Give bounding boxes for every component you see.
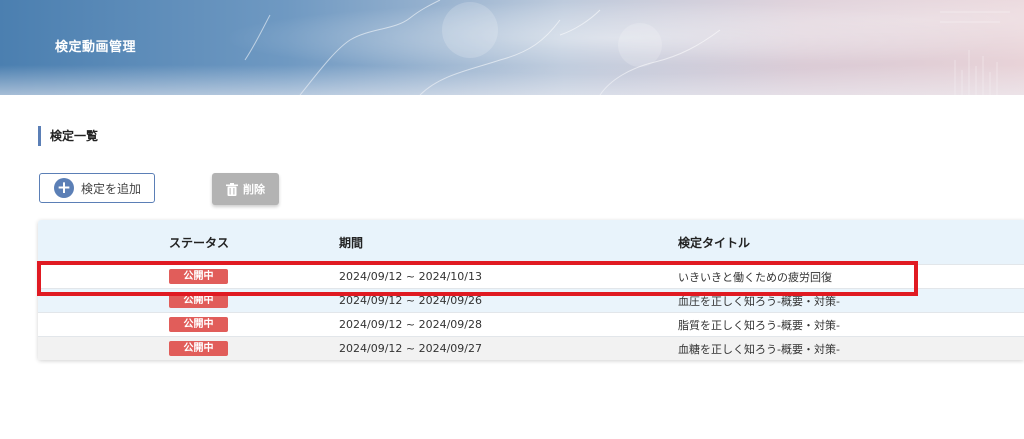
column-header-period: 期間 [339, 235, 364, 250]
delete-label: 削除 [243, 183, 265, 196]
delete-button[interactable]: 削除 [212, 173, 279, 205]
status-badge: 公開中 [169, 293, 228, 308]
page-header-title: 検定動画管理 [55, 40, 137, 55]
banner-bottom-fade [0, 65, 1024, 95]
table-row[interactable]: 公開中 2024/09/12 ~ 2024/09/27 血糖を正しく知ろう-概要… [38, 336, 1024, 360]
title-cell[interactable]: 血圧を正しく知ろう-概要・対策- [678, 293, 840, 309]
table-header-row: ステータス 期間 検定タイトル [38, 220, 1024, 264]
status-badge: 公開中 [169, 317, 228, 332]
add-exam-label: 検定を追加 [81, 181, 142, 196]
table-row[interactable]: 公開中 2024/09/12 ~ 2024/09/28 脂質を正しく知ろう-概要… [38, 312, 1024, 336]
status-badge: 公開中 [169, 341, 228, 356]
status-badge: 公開中 [169, 269, 228, 284]
title-cell[interactable]: 脂質を正しく知ろう-概要・対策- [678, 317, 840, 333]
title-cell[interactable]: 血糖を正しく知ろう-概要・対策- [678, 341, 840, 357]
table-row[interactable]: 公開中 2024/09/12 ~ 2024/09/26 血圧を正しく知ろう-概要… [38, 288, 1024, 312]
column-header-status: ステータス [169, 235, 230, 250]
plus-circle-icon: + [54, 178, 74, 198]
add-exam-button[interactable]: + 検定を追加 [39, 173, 155, 203]
trash-icon [226, 182, 238, 196]
header-banner: 検定動画管理 [0, 0, 1024, 95]
period-cell: 2024/09/12 ~ 2024/09/28 [339, 318, 483, 331]
period-cell: 2024/09/12 ~ 2024/09/27 [339, 342, 483, 355]
table-row[interactable]: 公開中 2024/09/12 ~ 2024/10/13 いきいきと働くための疲労… [38, 264, 1024, 288]
column-header-title: 検定タイトル [678, 235, 751, 250]
section-title: 検定一覧 [38, 126, 98, 146]
period-cell: 2024/09/12 ~ 2024/09/26 [339, 294, 483, 307]
period-cell: 2024/09/12 ~ 2024/10/13 [339, 270, 483, 283]
title-cell[interactable]: いきいきと働くための疲労回復 [678, 269, 832, 285]
exam-table: ステータス 期間 検定タイトル 公開中 2024/09/12 ~ 2024/10… [38, 220, 1024, 360]
